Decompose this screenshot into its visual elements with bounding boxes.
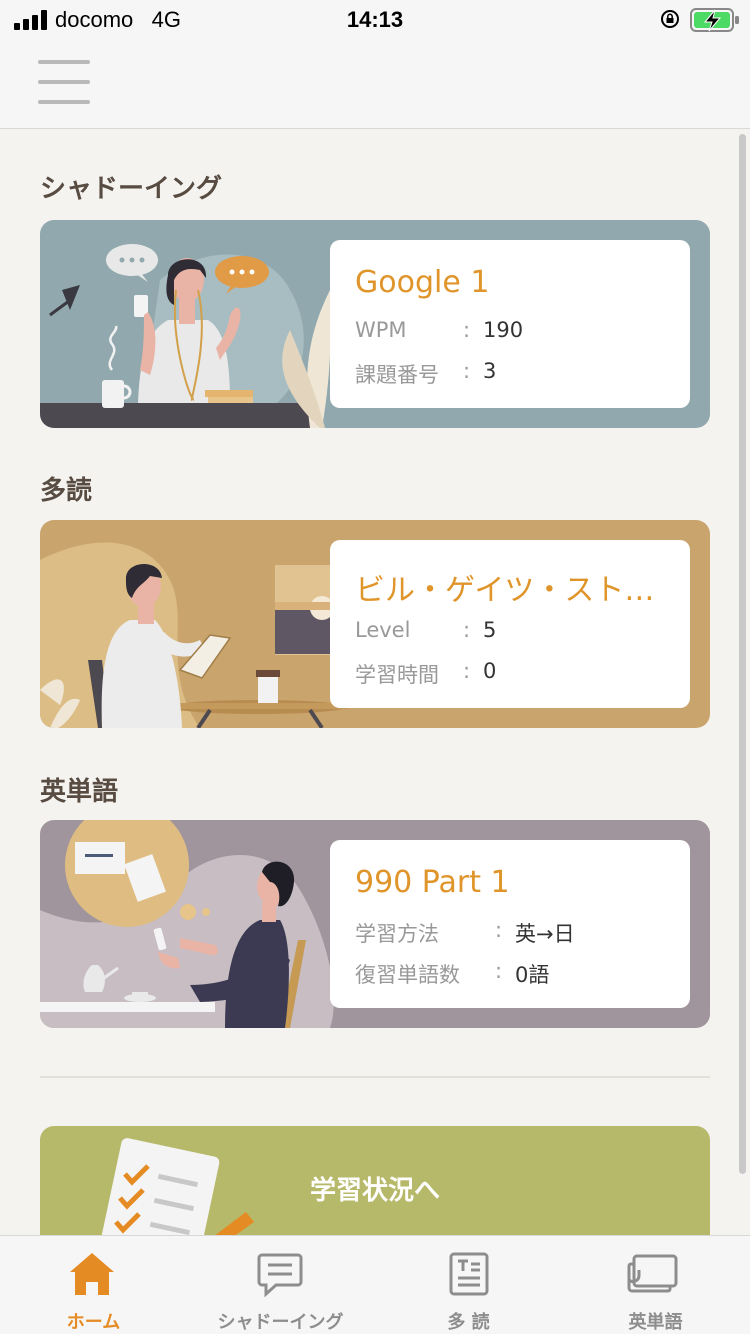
home-icon	[70, 1253, 114, 1295]
tab-reading[interactable]: 多 読	[375, 1236, 562, 1334]
info-colon: :	[463, 659, 471, 683]
shadowing-info-panel: Google 1 WPM : 190 課題番号 : 3	[330, 240, 690, 408]
info-value: 5	[483, 618, 497, 642]
reading-card[interactable]: ビル・ゲイツ・スト… Level : 5 学習時間 : 0	[40, 520, 710, 728]
section-title-shadowing: シャドーイング	[40, 174, 223, 204]
info-key: 課題番号	[355, 363, 439, 387]
reading-card-title: ビル・ゲイツ・スト…	[355, 573, 655, 608]
vocabulary-illustration	[40, 820, 334, 1028]
info-row-review-words: 復習単語数 : 0語	[355, 959, 549, 989]
vocabulary-card[interactable]: 990 Part 1 学習方法 : 英→日 復習単語数 : 0語	[40, 820, 710, 1028]
info-value: 3	[483, 359, 497, 383]
info-colon: :	[463, 618, 471, 642]
status-bar: docomo 4G 14:13	[0, 0, 750, 40]
info-key: 復習単語数	[355, 963, 460, 987]
tab-label: シャドーイング	[217, 1312, 344, 1333]
tab-label: ホーム	[66, 1312, 121, 1333]
info-colon: :	[495, 918, 503, 942]
tab-home[interactable]: ホーム	[0, 1236, 187, 1334]
main-content[interactable]: シャドーイング Google 1 WPM: 190 課題番号: 3 多読 ビ…	[0, 130, 750, 1235]
info-row-level: Level : 5	[355, 618, 496, 642]
hamburger-menu-icon[interactable]	[38, 58, 90, 106]
vocabulary-card-title: 990 Part 1	[355, 865, 510, 900]
info-key: 学習方法	[355, 922, 439, 946]
info-key: 学習時間	[355, 663, 439, 687]
reading-info-panel: ビル・ゲイツ・スト… Level : 5 学習時間 : 0	[330, 540, 690, 708]
tab-shadowing[interactable]: シャドーイング	[187, 1236, 374, 1334]
study-progress-label: 学習状況へ	[309, 1176, 440, 1206]
info-value: 190	[483, 318, 524, 342]
shadowing-card-title: Google 1	[355, 265, 490, 300]
section-title-vocabulary: 英単語	[40, 777, 119, 807]
document-icon	[449, 1252, 489, 1296]
info-row-task-number: 課題番号 : 3	[355, 359, 496, 389]
info-row-wpm: WPM : 190	[355, 318, 523, 342]
info-value: 0	[483, 659, 497, 683]
flashcard-icon	[627, 1254, 678, 1293]
info-key: WPM	[355, 318, 407, 342]
info-colon: :	[463, 359, 471, 383]
tab-label: 多 読	[447, 1312, 490, 1333]
info-row-study-time: 学習時間 : 0	[355, 659, 496, 689]
reading-illustration	[40, 542, 348, 728]
info-row-study-method: 学習方法 : 英→日	[355, 918, 575, 948]
info-key: Level	[355, 618, 411, 642]
shadowing-illustration	[40, 244, 331, 428]
info-value: 英→日	[515, 922, 575, 946]
info-colon: :	[495, 959, 503, 983]
shadowing-card[interactable]: Google 1 WPM : 190 課題番号 : 3	[40, 220, 710, 428]
divider	[40, 1076, 710, 1078]
app-header	[0, 40, 750, 129]
status-time: 14:13	[346, 7, 404, 32]
info-value: 0語	[515, 963, 550, 987]
vocabulary-info-panel: 990 Part 1 学習方法 : 英→日 復習単語数 : 0語	[330, 840, 690, 1008]
section-title-reading: 多読	[40, 476, 93, 506]
tab-vocabulary[interactable]: 英単語	[562, 1236, 749, 1334]
chat-icon	[257, 1253, 303, 1298]
tab-label: 英単語	[628, 1312, 683, 1333]
info-colon: :	[463, 318, 471, 342]
scrollbar[interactable]	[739, 134, 746, 1174]
orientation-lock-icon	[661, 10, 679, 28]
battery-charging-icon	[690, 8, 739, 32]
tab-bar: ホーム シャドーイング 多 読 英単語	[0, 1235, 750, 1334]
study-progress-button[interactable]: 学習状況へ	[40, 1126, 710, 1235]
